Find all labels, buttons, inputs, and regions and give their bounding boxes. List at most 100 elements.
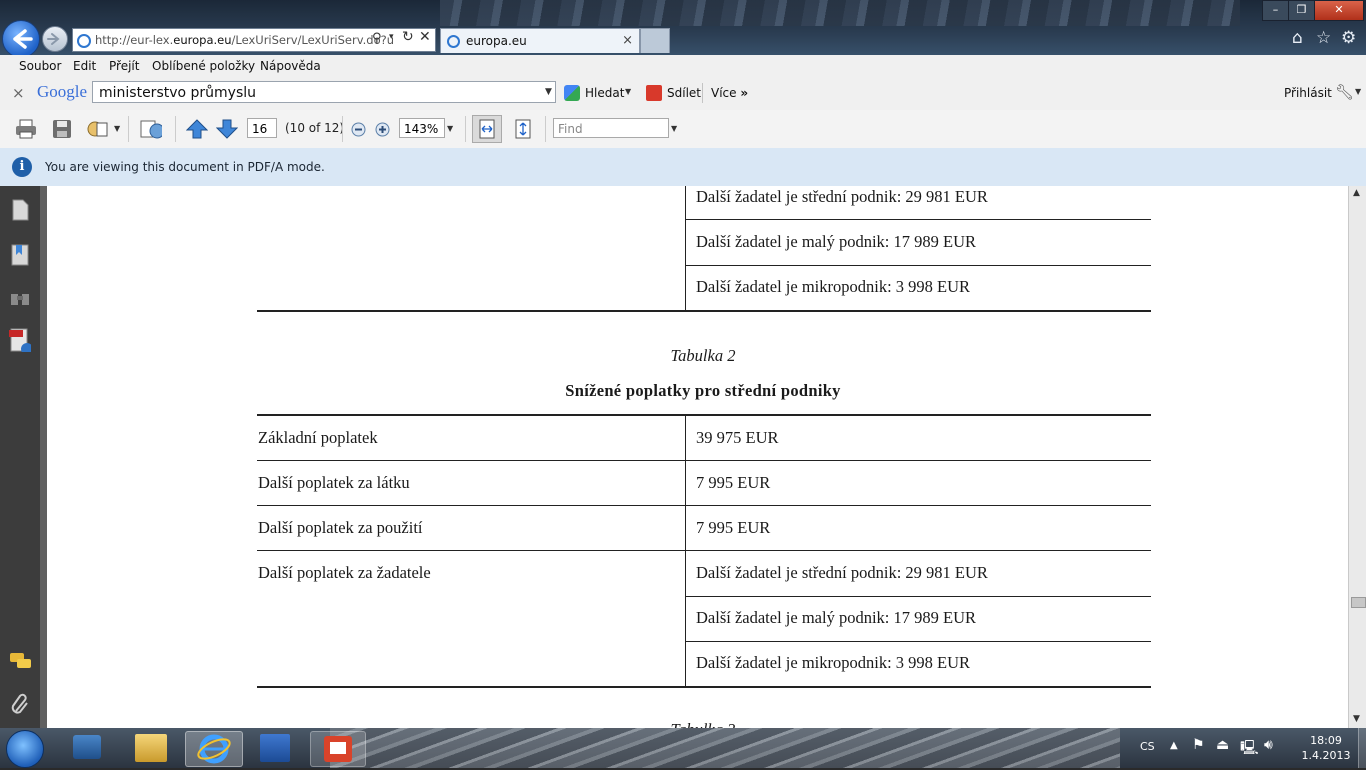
tab-close-icon[interactable]: × [622,29,633,53]
google-toolbar-close-icon[interactable]: × [12,84,25,102]
desktop-background-strip [440,0,1240,26]
media-player-icon[interactable] [73,735,101,759]
google-search-value: ministerstvo průmyslu [99,85,257,101]
input-language-indicator[interactable]: CS [1140,740,1155,753]
search-options-dropdown-icon[interactable]: ▼ [625,87,631,96]
volume-icon[interactable]: 🔊︎ [1264,737,1273,753]
table2-bottom-border [257,686,1151,688]
new-tab-button[interactable] [640,28,670,53]
table2-caption: Tabulka 2 [670,346,736,365]
address-prefix: http://eur-lex. [95,33,174,47]
menu-file[interactable]: Soubor [19,59,61,73]
sign-in-link[interactable]: Přihlásit [1284,86,1332,100]
address-path: /LexUriServ/LexUriServ.do?u [231,33,395,47]
table1-row-line [685,265,1151,266]
zoom-in-icon[interactable] [375,122,390,137]
forward-button[interactable] [42,26,68,52]
document-properties-icon[interactable] [9,328,31,352]
more-button[interactable]: Více » [711,86,748,100]
table2-subrow-line [685,641,1151,642]
table2-applicant-micro: Další žadatel je mikropodnik: 3 998 EUR [696,653,971,672]
menu-go[interactable]: Přejít [109,59,139,73]
acrobat-reader-icon [324,736,352,762]
fit-width-button[interactable] [472,115,502,143]
zoom-out-icon[interactable] [351,122,366,137]
zoom-dropdown-icon[interactable]: ▼ [447,124,453,133]
close-window-button[interactable]: ✕ [1314,0,1364,21]
taskbar-pdf-reader[interactable] [310,731,366,767]
favorites-star-icon[interactable]: ☆ [1316,28,1331,48]
show-hidden-icons-icon[interactable]: ▲ [1170,740,1178,751]
table2-row-line [257,505,1151,506]
table2-title: Snížené poplatky pro střední podniky [565,381,841,400]
page-number-input[interactable]: 16 [247,118,277,138]
pdf-toolbar: ▼ 16 (10 of 12) 143% ▼ Find ▼ [0,110,1366,149]
minimize-button[interactable]: – [1262,0,1289,21]
google-logo: Google [37,82,88,101]
share-button[interactable]: Sdílet [667,86,701,100]
scroll-down-arrow-icon[interactable]: ▼ [1353,714,1360,724]
bookmarks-icon[interactable] [9,243,31,267]
internet-explorer-icon [197,734,231,764]
show-desktop-button[interactable] [1358,728,1366,768]
action-center-flag-icon[interactable]: ⚑ [1192,737,1205,753]
share-dropdown-icon[interactable]: ▼ [114,124,120,133]
file-explorer-icon[interactable] [135,734,167,762]
table2-row-use-fee-label: Další poplatek za použití [258,518,423,537]
network-icon[interactable]: 🖳︎ [1240,737,1259,761]
toolbar-divider [465,116,466,142]
share-icon [646,85,662,101]
start-button-windows-icon[interactable] [6,730,44,768]
find-input[interactable]: Find [553,118,669,138]
search-icon[interactable]: ⚲ [372,31,382,46]
google-search-input[interactable]: ministerstvo průmyslu [92,81,556,103]
scroll-up-arrow-icon[interactable]: ▲ [1353,188,1360,198]
table1-bottom-border [257,310,1151,312]
comments-icon[interactable] [9,651,31,675]
zoom-level-input[interactable]: 143% [399,118,445,138]
refresh-icon[interactable]: ↻ [402,29,414,45]
home-icon[interactable]: ⌂ [1292,28,1303,48]
pdfa-info-bar: You are viewing this document in PDF/A m… [0,148,1366,187]
menu-help[interactable]: Nápověda [260,59,321,73]
save-icon[interactable] [51,119,73,139]
collaborate-icon[interactable] [140,119,162,139]
scrollbar-thumb[interactable] [1351,597,1366,608]
attachments-paperclip-icon[interactable] [9,693,31,717]
page-thumbnails-icon[interactable] [9,198,31,222]
wrench-icon[interactable]: 🔧︎ [1335,83,1354,101]
menu-bar: Soubor Edit Přejít Oblíbené položky Nápo… [0,55,1366,77]
word-app-icon[interactable] [260,734,290,762]
fit-page-icon[interactable] [511,118,535,140]
vertical-scrollbar[interactable]: ▲ ▼ [1348,186,1366,728]
forward-arrow-icon [47,33,60,45]
share-document-icon[interactable] [87,119,109,139]
print-icon[interactable] [15,119,37,139]
address-dropdown-icon[interactable]: ▾ [389,32,394,42]
tab-europa[interactable]: europa.eu × [440,28,640,53]
maximize-button[interactable]: ❐ [1288,0,1315,21]
previous-page-icon[interactable] [186,119,208,139]
table2-row-substance-fee-value: 7 995 EUR [696,473,771,492]
info-icon: i [12,157,32,177]
taskbar-clock[interactable]: 18:09 1.4.2013 [1296,733,1356,763]
search-binoculars-icon[interactable] [9,286,31,310]
menu-favorites[interactable]: Oblíbené položky [152,59,255,73]
google-search-dropdown-icon[interactable]: ▼ [545,87,552,97]
taskbar-internet-explorer[interactable] [185,731,243,767]
table2-row-substance-fee-label: Další poplatek za látku [258,473,410,492]
pdf-page: Další žadatel je střední podnik: 29 981 … [47,186,1348,728]
more-label: Více [711,86,737,100]
desktop-wallpaper-strip [330,728,1120,768]
wrench-dropdown-icon[interactable]: ▼ [1355,87,1361,96]
find-options-dropdown-icon[interactable]: ▼ [671,124,677,133]
stop-icon[interactable]: ✕ [419,29,431,45]
next-page-icon[interactable] [216,119,238,139]
back-button[interactable] [2,20,40,58]
settings-gear-icon[interactable]: ⚙ [1341,28,1356,48]
safely-remove-hardware-icon[interactable]: ⏏ [1216,737,1229,753]
clock-date: 1.4.2013 [1301,749,1351,762]
google-search-button[interactable]: Hledat [585,86,624,100]
table2-row-use-fee-value: 7 995 EUR [696,518,771,537]
menu-edit[interactable]: Edit [73,59,96,73]
